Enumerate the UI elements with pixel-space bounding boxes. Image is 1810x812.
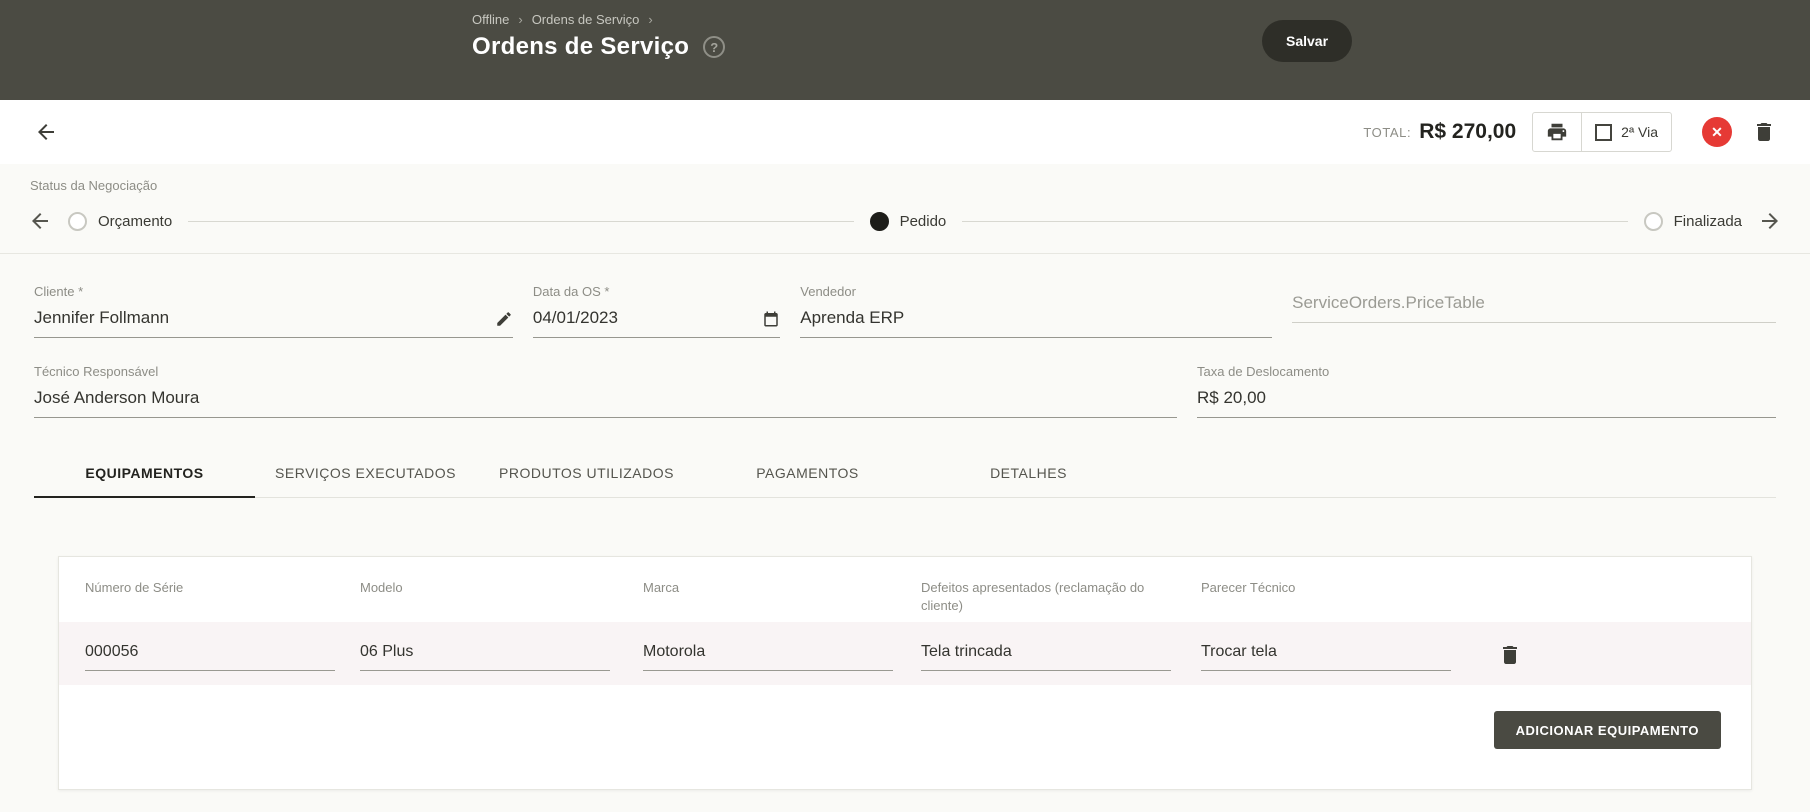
field-label: Taxa de Deslocamento (1197, 364, 1330, 379)
calendar-icon[interactable] (756, 310, 780, 328)
field-vendedor: Vendedor (800, 284, 1273, 338)
column-header-marca: Marca (643, 580, 680, 595)
detail-tabs: EQUIPAMENTOS SERVIÇOS EXECUTADOS PRODUTO… (34, 448, 1776, 498)
step-label: Finalizada (1673, 212, 1743, 230)
print-button[interactable] (1533, 113, 1583, 151)
column-header-modelo: Modelo (360, 580, 403, 595)
column-header-actions (1498, 579, 1725, 614)
breadcrumb-item-offline[interactable]: Offline (472, 12, 509, 27)
second-copy-label: 2ª Via (1621, 124, 1658, 140)
equipment-table-header: Número de Série Modelo Marca Defeitos ap… (59, 557, 1751, 622)
breadcrumb-separator: › (518, 12, 523, 27)
page-title: Ordens de Serviço (472, 33, 690, 60)
status-section: Status da Negociação Orçamento Pedido Fi… (0, 164, 1810, 254)
help-icon[interactable]: ? (703, 36, 726, 58)
second-copy-checkbox[interactable] (1595, 123, 1613, 141)
step-circle (68, 211, 87, 231)
status-section-label: Status da Negociação (30, 178, 158, 193)
step-pedido[interactable]: Pedido (869, 211, 947, 231)
step-circle (869, 211, 889, 231)
step-finalizada[interactable]: Finalizada (1643, 211, 1743, 231)
total-label: TOTAL: (1363, 124, 1412, 140)
cancel-order-button[interactable]: ✕ (1702, 117, 1732, 147)
parecer-input[interactable] (1201, 638, 1451, 672)
step-circle (1643, 211, 1663, 231)
step-orcamento[interactable]: Orçamento (68, 211, 173, 231)
print-via-group: 2ª Via (1532, 112, 1672, 152)
close-icon: ✕ (1711, 123, 1723, 140)
status-stepper: Orçamento Pedido Finalizada (0, 193, 1810, 253)
previous-status-arrow-icon[interactable] (28, 209, 52, 233)
printer-icon (1547, 123, 1567, 141)
tab-produtos-utilizados[interactable]: PRODUTOS UTILIZADOS (476, 448, 697, 497)
field-tecnico: Técnico Responsável (34, 364, 1178, 418)
defeitos-input[interactable] (921, 638, 1171, 672)
breadcrumb-separator: › (648, 12, 653, 27)
data-os-input[interactable] (532, 301, 757, 337)
column-header-defeitos: Defeitos apresentados (reclamação do cli… (921, 580, 1145, 613)
breadcrumb: Offline › Ordens de Serviço › (472, 12, 725, 27)
step-label: Pedido (899, 212, 947, 230)
column-header-numero-serie: Número de Série (85, 580, 184, 595)
total-value: R$ 270,00 (1419, 120, 1517, 143)
field-label: Técnico Responsável (34, 364, 159, 379)
step-connector (962, 220, 1628, 222)
field-taxa-deslocamento: Taxa de Deslocamento (1197, 364, 1776, 418)
cliente-input[interactable] (34, 301, 489, 337)
second-copy-toggle[interactable]: 2ª Via (1582, 113, 1671, 151)
modelo-input[interactable] (360, 638, 610, 672)
save-button[interactable]: Salvar (1262, 20, 1353, 62)
step-connector (188, 220, 854, 222)
column-header-parecer: Parecer Técnico (1201, 580, 1296, 595)
vendedor-input[interactable] (800, 301, 1273, 337)
toolbar: TOTAL: R$ 270,00 2ª Via ✕ (0, 100, 1810, 164)
field-label: Vendedor (800, 284, 856, 299)
tab-detalhes[interactable]: DETALHES (918, 448, 1139, 497)
add-equipment-button[interactable]: ADICIONAR EQUIPAMENTO (1493, 711, 1721, 750)
numero-serie-input[interactable] (85, 638, 335, 672)
delete-equipment-button[interactable] (1498, 643, 1522, 667)
back-arrow-icon[interactable] (34, 120, 58, 144)
step-label: Orçamento (98, 212, 173, 230)
tecnico-input[interactable] (34, 381, 1178, 417)
field-data-os: Data da OS * (532, 284, 781, 338)
app-header: Offline › Ordens de Serviço › Ordens de … (0, 0, 1810, 100)
tab-servicos-executados[interactable]: SERVIÇOS EXECUTADOS (255, 448, 476, 497)
field-label: Cliente * (34, 284, 84, 299)
field-cliente: Cliente * (34, 284, 513, 338)
equipment-card: Número de Série Modelo Marca Defeitos ap… (58, 556, 1752, 791)
equipment-row (59, 622, 1751, 686)
breadcrumb-item-ordens[interactable]: Ordens de Serviço (532, 12, 640, 27)
field-price-table (1292, 284, 1776, 338)
edit-pencil-icon[interactable] (489, 310, 513, 328)
taxa-input[interactable] (1197, 381, 1776, 417)
field-label: Data da OS * (532, 284, 610, 299)
delete-order-button[interactable] (1752, 120, 1776, 144)
tab-equipamentos[interactable]: EQUIPAMENTOS (34, 448, 255, 498)
price-table-input[interactable] (1292, 286, 1776, 322)
order-form: Cliente * Data da OS * Vendedor (0, 254, 1810, 418)
trash-icon (1503, 645, 1517, 664)
marca-input[interactable] (643, 638, 893, 672)
next-status-arrow-icon[interactable] (1758, 209, 1782, 233)
tab-pagamentos[interactable]: PAGAMENTOS (697, 448, 918, 497)
trash-icon (1757, 123, 1771, 141)
